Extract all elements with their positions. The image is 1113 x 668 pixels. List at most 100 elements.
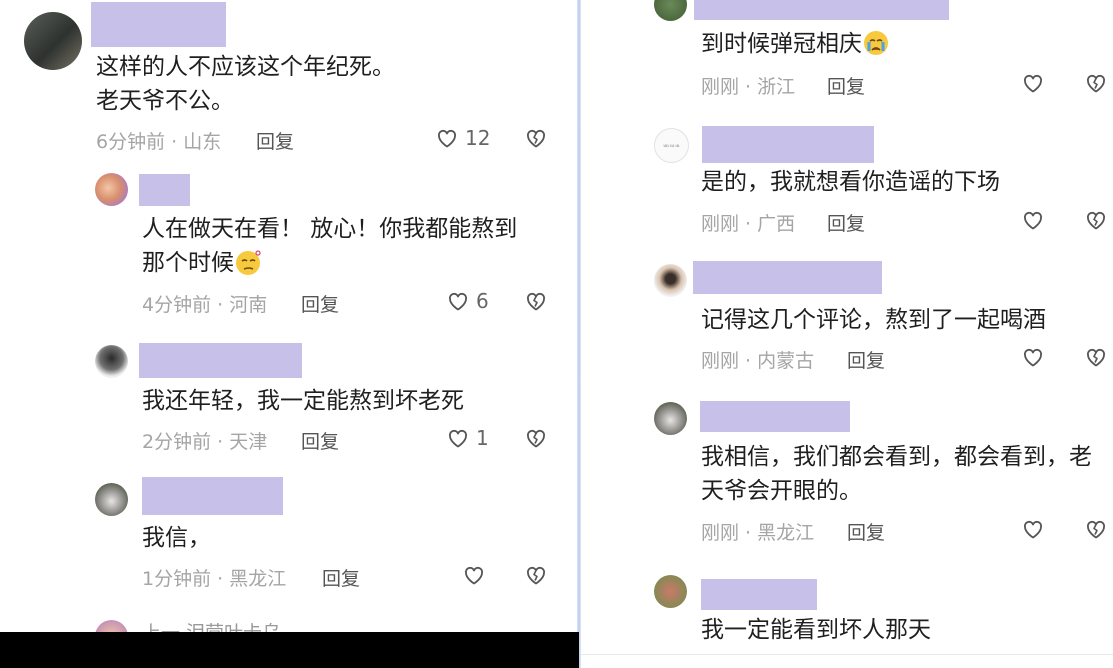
comment-item: 这样的人不应该这个年纪死。 老天爷不公。 6分钟前 · 山东 回复 12 (0, 0, 577, 160)
reply-button[interactable]: 回复 (301, 427, 339, 454)
username-redacted[interactable] (139, 174, 190, 206)
comment-meta: 6分钟前 · 山东 (96, 131, 222, 153)
comment-text: 我相信，我们都会看到，都会看到，老 天爷会开眼的。 (701, 444, 1092, 504)
like-button[interactable] (462, 563, 486, 587)
reply-button[interactable]: 回复 (301, 290, 339, 317)
reply-comment-item: 人在做天在看！ 放心！你我都能熬到 那个时候 4分钟前 · 河南 回复 6 (0, 165, 577, 325)
username-redacted[interactable] (91, 2, 226, 47)
avatar[interactable] (654, 575, 687, 608)
like-count: 1 (476, 426, 489, 450)
like-button[interactable]: 12 (435, 126, 490, 150)
username-redacted[interactable] (701, 579, 817, 610)
comment-location: 河南 (229, 294, 268, 316)
dislike-button[interactable] (524, 426, 548, 450)
comment-time: 2分钟前 (142, 431, 212, 453)
comment-location: 广西 (757, 213, 796, 235)
dislike-button[interactable] (1084, 517, 1108, 541)
heart-outline-icon (1024, 520, 1042, 539)
heart-outline-icon (1024, 211, 1042, 230)
broken-heart-icon (1087, 348, 1105, 367)
comment-meta: 刚刚 · 浙江 (701, 76, 796, 98)
comment-text: 我一定能看到坏人那天 (701, 617, 931, 643)
reply-button[interactable]: 回复 (847, 518, 885, 545)
comment-meta: 4分钟前 · 河南 (142, 294, 268, 316)
heart-outline-icon (449, 292, 467, 311)
dislike-button[interactable] (524, 126, 548, 150)
username-redacted[interactable] (142, 477, 283, 515)
comment-time: 刚刚 (701, 350, 740, 372)
username-redacted[interactable] (694, 0, 949, 20)
comment-location: 山东 (183, 131, 222, 153)
username-redacted[interactable] (139, 343, 302, 378)
like-count: 12 (465, 126, 491, 150)
avatar[interactable]: ιιιι ιιι ιιι (654, 128, 689, 163)
like-button[interactable] (1021, 345, 1045, 369)
avatar[interactable] (654, 0, 687, 21)
bottom-bar (0, 632, 579, 668)
reply-comment-item: 到时候弹冠相庆 刚刚 · 浙江 回复 (581, 0, 1113, 110)
reply-button[interactable]: 回复 (322, 564, 360, 591)
comment-meta: 2分钟前 · 天津 (142, 431, 268, 453)
reply-comment-item: 我信， 1分钟前 · 黑龙江 回复 (0, 476, 577, 596)
broken-heart-icon (527, 566, 545, 585)
thinking-face-emoji (236, 250, 261, 275)
comment-time: 1分钟前 (142, 568, 212, 590)
reply-button[interactable]: 回复 (827, 72, 865, 99)
reply-button[interactable]: 回复 (847, 346, 885, 373)
reply-comment-item: 记得这几个评论，熬到了一起喝酒 刚刚 · 内蒙古 回复 (581, 261, 1113, 381)
username-redacted[interactable] (700, 401, 850, 432)
reply-button[interactable]: 回复 (256, 127, 294, 154)
reply-comment-item: 我一定能看到坏人那天 (581, 572, 1113, 662)
bottom-divider (581, 654, 1113, 655)
like-button[interactable] (1021, 71, 1045, 95)
heart-outline-icon (465, 566, 483, 585)
dislike-button[interactable] (1084, 208, 1108, 232)
heart-outline-icon (438, 129, 456, 148)
like-button[interactable] (1021, 208, 1045, 232)
reply-comment-item: ιιιι ιιι ιιι 是的，我就想看你造谣的下场 刚刚 · 广西 回复 (581, 125, 1113, 245)
comment-meta: 刚刚 · 内蒙古 (701, 350, 815, 372)
like-button[interactable]: 6 (446, 289, 489, 313)
username-redacted[interactable] (693, 261, 882, 294)
heart-outline-icon (1024, 348, 1042, 367)
dislike-button[interactable] (1084, 71, 1108, 95)
dislike-button[interactable] (1084, 345, 1108, 369)
avatar[interactable] (95, 483, 128, 516)
comment-time: 6分钟前 (96, 131, 166, 153)
reply-comment-item: 我还年轻，我一定能熬到坏老死 2分钟前 · 天津 回复 1 (0, 340, 577, 460)
broken-heart-icon (1087, 211, 1105, 230)
comment-text: 是的，我就想看你造谣的下场 (701, 169, 1000, 195)
dislike-button[interactable] (524, 289, 548, 313)
avatar[interactable] (654, 264, 687, 297)
dislike-button[interactable] (524, 563, 548, 587)
heart-outline-icon (1024, 74, 1042, 93)
comment-time: 刚刚 (701, 76, 740, 98)
comment-location: 浙江 (757, 76, 796, 98)
avatar[interactable] (24, 12, 82, 70)
username-redacted[interactable] (702, 126, 874, 163)
broken-heart-icon (527, 429, 545, 448)
comment-meta: 刚刚 · 广西 (701, 213, 796, 235)
comment-time: 刚刚 (701, 213, 740, 235)
like-button[interactable]: 1 (446, 426, 489, 450)
comment-time: 刚刚 (701, 522, 740, 544)
like-button[interactable] (1021, 517, 1045, 541)
avatar[interactable] (654, 402, 687, 435)
avatar[interactable] (95, 345, 128, 378)
left-comment-panel: 这样的人不应该这个年纪死。 老天爷不公。 6分钟前 · 山东 回复 12 人在做… (0, 0, 577, 668)
broken-heart-icon (1087, 74, 1105, 93)
comment-location: 内蒙古 (757, 350, 815, 372)
comment-text: 人在做天在看！ 放心！你我都能熬到 那个时候 (142, 216, 518, 276)
comment-location: 黑龙江 (229, 568, 287, 590)
crying-face-emoji (864, 31, 888, 55)
broken-heart-icon (527, 292, 545, 311)
right-comment-panel: 到时候弹冠相庆 刚刚 · 浙江 回复 ιιιι ιιι ιιι 是的，我就想看你… (581, 0, 1113, 668)
heart-outline-icon (449, 429, 467, 448)
reply-button[interactable]: 回复 (827, 209, 865, 236)
reply-comment-item: 我相信，我们都会看到，都会看到，老 天爷会开眼的。 刚刚 · 黑龙江 回复 (581, 400, 1113, 550)
avatar[interactable] (95, 173, 128, 206)
broken-heart-icon (527, 129, 545, 148)
broken-heart-icon (1087, 520, 1105, 539)
comment-text: 我信， (142, 525, 211, 551)
avatar-text: ιιιι ιιι ιιι (663, 143, 680, 148)
